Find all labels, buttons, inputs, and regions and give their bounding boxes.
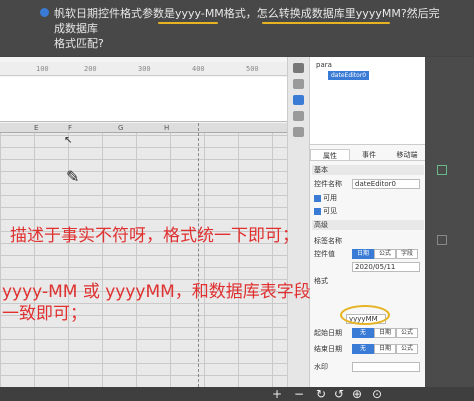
value-type-toggle: 日期 公式 字段 <box>352 249 418 259</box>
checkbox-checked-icon[interactable] <box>314 194 321 202</box>
start-formula[interactable]: 公式 <box>396 328 418 338</box>
widget-icon[interactable] <box>293 111 304 121</box>
end-date-row: 结束日期 无 日期 公式 <box>312 343 424 355</box>
start-date-toggle: 无 日期 公式 <box>352 328 418 338</box>
tree-root[interactable]: para <box>316 61 332 69</box>
question-line-2: 格式匹配? <box>54 37 104 50</box>
fit-screen-icon[interactable]: ⊕ <box>352 387 362 401</box>
tool-strip <box>287 57 309 387</box>
value-type-formula[interactable]: 公式 <box>374 249 396 259</box>
checkbox-checked-icon[interactable] <box>314 207 321 215</box>
side-tool-icon[interactable] <box>437 165 447 175</box>
enabled-row[interactable]: 可用 <box>312 192 424 204</box>
outer-right-toolbar <box>425 57 474 387</box>
label-name-row: 标签名称 <box>314 237 342 245</box>
page-break-line <box>198 123 199 387</box>
start-date-row: 起始日期 无 日期 公式 <box>312 327 424 339</box>
tab-events[interactable]: 事件 <box>350 149 388 160</box>
date-value-row: 2020/05/11 <box>312 261 424 273</box>
report-designer: 100 200 300 400 500 E F G H ↖ ✎ <box>0 57 287 387</box>
end-date[interactable]: 日期 <box>374 344 396 354</box>
mouse-cursor-icon: ↖ <box>64 135 73 146</box>
rotate-left-icon[interactable]: ↺ <box>334 387 344 401</box>
rotate-right-icon[interactable]: ↻ <box>316 387 326 401</box>
widget-icon[interactable] <box>293 127 304 137</box>
value-type-field[interactable]: 字段 <box>396 249 418 259</box>
highlight-circle <box>340 305 390 325</box>
annotation-line-2: yyyy-MM 或 yyyyMM，和数据库表字段 <box>2 282 311 302</box>
date-value-input[interactable]: 2020/05/11 <box>352 262 420 272</box>
section-advanced[interactable]: 高级 <box>312 220 424 230</box>
zoom-in-icon[interactable]: + <box>272 387 282 401</box>
widget-icon[interactable] <box>293 79 304 89</box>
end-date-toggle: 无 日期 公式 <box>352 344 418 354</box>
screenshot-area: 100 200 300 400 500 E F G H ↖ ✎ para dat… <box>0 57 474 387</box>
value-type-date[interactable]: 日期 <box>352 249 374 259</box>
start-date[interactable]: 日期 <box>374 328 396 338</box>
widget-name-input[interactable]: dateEditor0 <box>352 179 420 189</box>
location-icon <box>40 8 49 17</box>
annotation-line-1: 描述于事实不符呀，格式统一下即可； <box>10 226 299 246</box>
tab-properties[interactable]: 属性 <box>310 149 350 160</box>
format-row: 格式 <box>314 277 328 285</box>
column-header: E F G H <box>0 123 287 133</box>
widget-value-row: 控件值 日期 公式 字段 <box>312 248 424 260</box>
visible-row[interactable]: 可见 <box>312 205 424 217</box>
viewer-toolbar: + − ↻ ↺ ⊕ ⊙ <box>0 387 474 401</box>
watermark-row: 水印 <box>312 361 424 373</box>
spreadsheet-grid[interactable] <box>0 123 287 387</box>
widget-icon[interactable] <box>293 63 304 73</box>
end-none[interactable]: 无 <box>352 344 374 354</box>
question-line-1: 帆软日期控件格式参数是yyyy-MM格式，怎么转换成数据库里yyyyMM?然后完… <box>54 7 440 35</box>
watermark-input[interactable] <box>352 362 420 372</box>
start-none[interactable]: 无 <box>352 328 374 338</box>
tab-mobile[interactable]: 移动端 <box>388 149 426 160</box>
widget-tree: para dateEditor0 <box>310 57 426 145</box>
section-basic[interactable]: 基本 <box>312 165 424 175</box>
widget-name-row: 控件名称 dateEditor0 <box>312 178 424 190</box>
end-formula[interactable]: 公式 <box>396 344 418 354</box>
tree-node-selected[interactable]: dateEditor0 <box>328 71 370 80</box>
zoom-out-icon[interactable]: − <box>294 387 304 401</box>
parameter-pane[interactable] <box>0 77 287 122</box>
highlight-underline <box>262 22 390 24</box>
original-size-icon[interactable]: ⊙ <box>372 387 382 401</box>
ruler: 100 200 300 400 500 <box>0 62 287 76</box>
highlight-underline <box>158 22 218 24</box>
widget-icon[interactable] <box>293 95 304 105</box>
property-tabs: 属性 事件 移动端 <box>310 149 426 161</box>
side-tool-icon[interactable] <box>437 235 447 245</box>
pencil-icon: ✎ <box>66 167 80 186</box>
question-header: 帆软日期控件格式参数是yyyy-MM格式，怎么转换成数据库里yyyyMM?然后完… <box>0 0 474 56</box>
properties-panel: para dateEditor0 属性 事件 移动端 基本 控件名称 dateE… <box>309 57 426 387</box>
annotation-line-3: 一致即可； <box>2 304 87 324</box>
